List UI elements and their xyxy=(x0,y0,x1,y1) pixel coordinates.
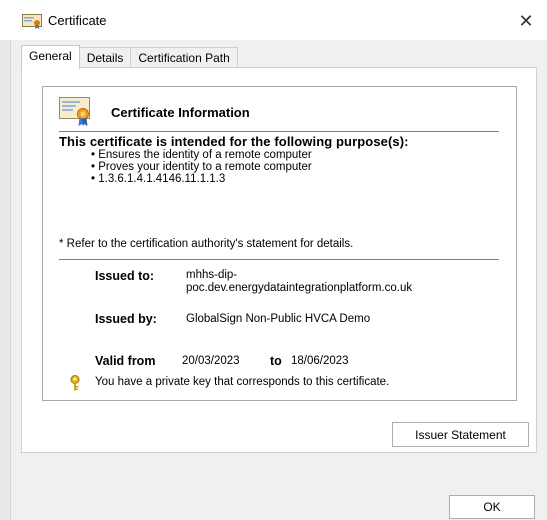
issued-to-line: poc.dev.energydataintegrationplatform.co… xyxy=(186,282,413,294)
tab-details[interactable]: Details xyxy=(78,47,132,69)
window-title: Certificate xyxy=(48,13,107,28)
general-tab-panel: Certificate Information This certificate… xyxy=(21,67,537,453)
ok-button[interactable]: OK xyxy=(449,495,535,519)
purpose-item: 1.3.6.1.4.1.4146.11.1.1.3 xyxy=(91,173,312,185)
purpose-list: Ensures the identity of a remote compute… xyxy=(91,149,312,185)
valid-to-label: to xyxy=(270,354,282,368)
valid-to-value: 18/06/2023 xyxy=(291,355,349,367)
key-icon xyxy=(69,375,81,391)
certificate-icon xyxy=(59,97,93,127)
close-icon: ✕ xyxy=(518,10,534,31)
private-key-note: You have a private key that corresponds … xyxy=(95,376,390,388)
window-edge xyxy=(0,40,11,520)
close-button[interactable]: ✕ xyxy=(513,8,539,34)
certificate-icon xyxy=(22,14,42,29)
certificate-info-heading: Certificate Information xyxy=(111,105,250,120)
valid-from-value: 20/03/2023 xyxy=(182,355,240,367)
tab-strip: General Details Certification Path xyxy=(21,45,238,69)
purpose-title: This certificate is intended for the fol… xyxy=(59,134,409,149)
certificate-information-box: Certificate Information This certificate… xyxy=(42,86,517,401)
issued-by-value: GlobalSign Non-Public HVCA Demo xyxy=(186,313,371,325)
issued-to-label: Issued to: xyxy=(95,269,155,283)
issuer-statement-button[interactable]: Issuer Statement xyxy=(392,422,529,447)
purpose-item: Proves your identity to a remote compute… xyxy=(91,161,312,173)
issued-to-line: mhhs-dip- xyxy=(186,269,238,281)
purpose-item: Ensures the identity of a remote compute… xyxy=(91,149,312,161)
details-divider xyxy=(59,259,499,260)
heading-divider xyxy=(59,131,499,132)
valid-from-label: Valid from xyxy=(95,354,156,368)
refer-note: * Refer to the certification authority's… xyxy=(59,238,354,250)
tab-certification-path[interactable]: Certification Path xyxy=(130,47,238,69)
title-bar: Certificate ✕ xyxy=(0,0,547,40)
tab-general[interactable]: General xyxy=(21,45,80,69)
issued-by-label: Issued by: xyxy=(95,312,157,326)
issued-to-value: mhhs-dip- poc.dev.energydataintegrationp… xyxy=(186,269,412,295)
